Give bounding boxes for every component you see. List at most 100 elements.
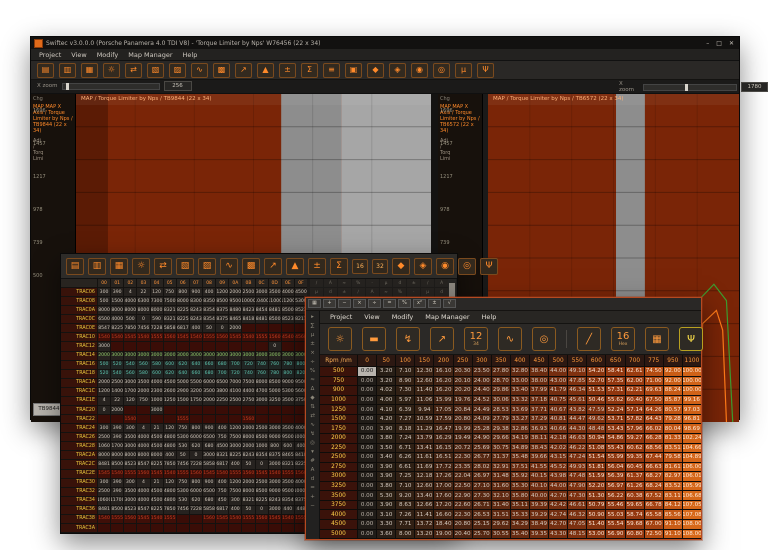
value-cell[interactable]: 25.69	[472, 443, 491, 453]
value-cell[interactable]: 6.39	[396, 405, 415, 414]
value-cell[interactable]: 24.90	[472, 433, 491, 443]
cell[interactable]: 9500	[229, 297, 242, 306]
cell[interactable]: 0	[216, 324, 229, 333]
value-cell[interactable]: 4.02	[377, 386, 396, 395]
value-cell[interactable]: 16.51	[434, 453, 453, 462]
original-data-icon[interactable]: ▧	[147, 62, 164, 78]
cell[interactable]: 800	[189, 424, 202, 433]
side-tool-icon-11[interactable]: ⇄	[308, 412, 318, 420]
sidepanel-cell[interactable]: A	[365, 288, 379, 297]
menu-map-manager[interactable]: Map Manager	[128, 51, 172, 59]
cell[interactable]	[203, 524, 216, 533]
value-cell[interactable]: 60.45	[625, 462, 644, 472]
cell[interactable]: 120	[163, 424, 176, 433]
value-cell[interactable]: 24.00	[472, 376, 491, 386]
cell[interactable]: 22	[137, 288, 150, 297]
value-cell[interactable]: 106.01	[682, 472, 701, 481]
value-cell[interactable]: 60.40	[625, 395, 644, 405]
save-file-icon[interactable]: ▥	[88, 257, 106, 275]
cell[interactable]: 1545	[124, 333, 137, 342]
sidepanel-cell[interactable]: ≈	[337, 279, 351, 288]
cell[interactable]: 4000	[137, 496, 150, 505]
value-cell[interactable]: 32.10	[491, 491, 510, 500]
value-cell[interactable]: 12.60	[415, 481, 434, 491]
open-file-icon[interactable]: ▤	[37, 62, 54, 78]
value-cell[interactable]: 59.65	[625, 500, 644, 510]
value-cell[interactable]: 32.86	[510, 424, 529, 433]
cell[interactable]	[111, 415, 124, 424]
value-cell[interactable]: 67.00	[644, 520, 663, 529]
value-cell[interactable]: 55.99	[606, 453, 625, 462]
value-cell[interactable]: 91.10	[663, 520, 682, 529]
cell[interactable]: 900	[189, 288, 202, 297]
value-cell[interactable]: 18.40	[434, 520, 453, 529]
value-cell[interactable]: 47.59	[587, 405, 606, 414]
cell[interactable]: 3000	[281, 351, 294, 360]
cell[interactable]: 6500	[203, 487, 216, 496]
cell[interactable]: 600	[163, 360, 176, 369]
sidepanel-cell[interactable]: ±	[337, 288, 351, 297]
cell[interactable]: 680	[203, 369, 216, 378]
cell[interactable]: 1060	[98, 442, 111, 451]
value-cell[interactable]: 22.50	[453, 481, 472, 491]
value-cell[interactable]: 3.80	[377, 481, 396, 491]
value-cell[interactable]: 59.35	[625, 453, 644, 462]
quick-math-button[interactable]: ▦	[308, 299, 321, 308]
value-cell[interactable]: 5.97	[396, 395, 415, 405]
chart-2d3d-icon[interactable]: ↗	[430, 327, 454, 351]
value-cell[interactable]: 36.93	[529, 424, 549, 433]
cell[interactable]: 640	[176, 369, 189, 378]
value-cell[interactable]: 24.52	[472, 395, 491, 405]
value-cell[interactable]: 22.30	[453, 510, 472, 519]
cell[interactable]	[189, 524, 202, 533]
cell[interactable]: 8000	[124, 306, 137, 315]
value-cell[interactable]: 17.59	[434, 414, 453, 424]
value-cell[interactable]: 31.37	[491, 453, 510, 462]
value-cell[interactable]: 42.42	[549, 500, 568, 510]
cell[interactable]: 8243	[268, 496, 281, 505]
cell[interactable]: 1560	[163, 333, 176, 342]
cell[interactable]: 8454	[255, 306, 268, 315]
cell[interactable]: 1555	[150, 333, 163, 342]
cell[interactable]: 400	[216, 424, 229, 433]
cell[interactable]: 3000	[255, 396, 268, 406]
edit-map-icon[interactable]: ±	[279, 62, 296, 78]
value-cell[interactable]: 40.81	[549, 414, 568, 424]
value-cell[interactable]: 72.50	[644, 529, 663, 539]
value-cell[interactable]: 38.40	[529, 367, 549, 376]
value-cell[interactable]: 79.28	[663, 414, 682, 424]
value-cell[interactable]: 60.62	[625, 443, 644, 453]
cell[interactable]: 3000	[229, 442, 242, 451]
value-cell[interactable]: 34.89	[510, 443, 529, 453]
cell[interactable]: 800	[281, 369, 294, 378]
sidepanel-cell[interactable]: d	[323, 288, 337, 297]
cell[interactable]: 3000	[150, 406, 163, 415]
cell[interactable]	[203, 406, 216, 415]
value-cell[interactable]: 33.32	[510, 395, 529, 405]
cell[interactable]: 1545	[203, 469, 216, 478]
value-cell[interactable]: 29.66	[491, 433, 510, 443]
value-cell[interactable]: 35.40	[510, 529, 529, 539]
quick-math-button[interactable]: %	[398, 299, 411, 308]
value-cell[interactable]: 38.00	[529, 376, 549, 386]
cell[interactable]: 1545	[255, 469, 268, 478]
value-cell[interactable]: 44.30	[568, 424, 587, 433]
value-cell[interactable]: 11.69	[415, 462, 434, 472]
cell[interactable]: 590	[150, 315, 163, 324]
cell[interactable]: 2000	[111, 406, 124, 415]
cell[interactable]	[242, 342, 255, 351]
cell[interactable]: 780	[268, 369, 281, 378]
cell[interactable]: 3000	[124, 496, 137, 505]
cell[interactable]	[216, 524, 229, 533]
cell[interactable]: 7500	[229, 487, 242, 496]
cell[interactable]: 3500	[281, 478, 294, 487]
value-cell[interactable]: 66.78	[644, 500, 663, 510]
value-cell[interactable]: 68.56	[644, 443, 663, 453]
cell[interactable]: 8523	[281, 315, 294, 324]
cell[interactable]: 750	[216, 487, 229, 496]
cell[interactable]: 400	[229, 505, 242, 514]
sidepanel-cell[interactable]: A	[323, 279, 337, 288]
value-cell[interactable]: 0.00	[358, 491, 377, 500]
map-pack-c-icon[interactable]: ◉	[411, 62, 428, 78]
cell[interactable]: 50	[242, 505, 255, 514]
